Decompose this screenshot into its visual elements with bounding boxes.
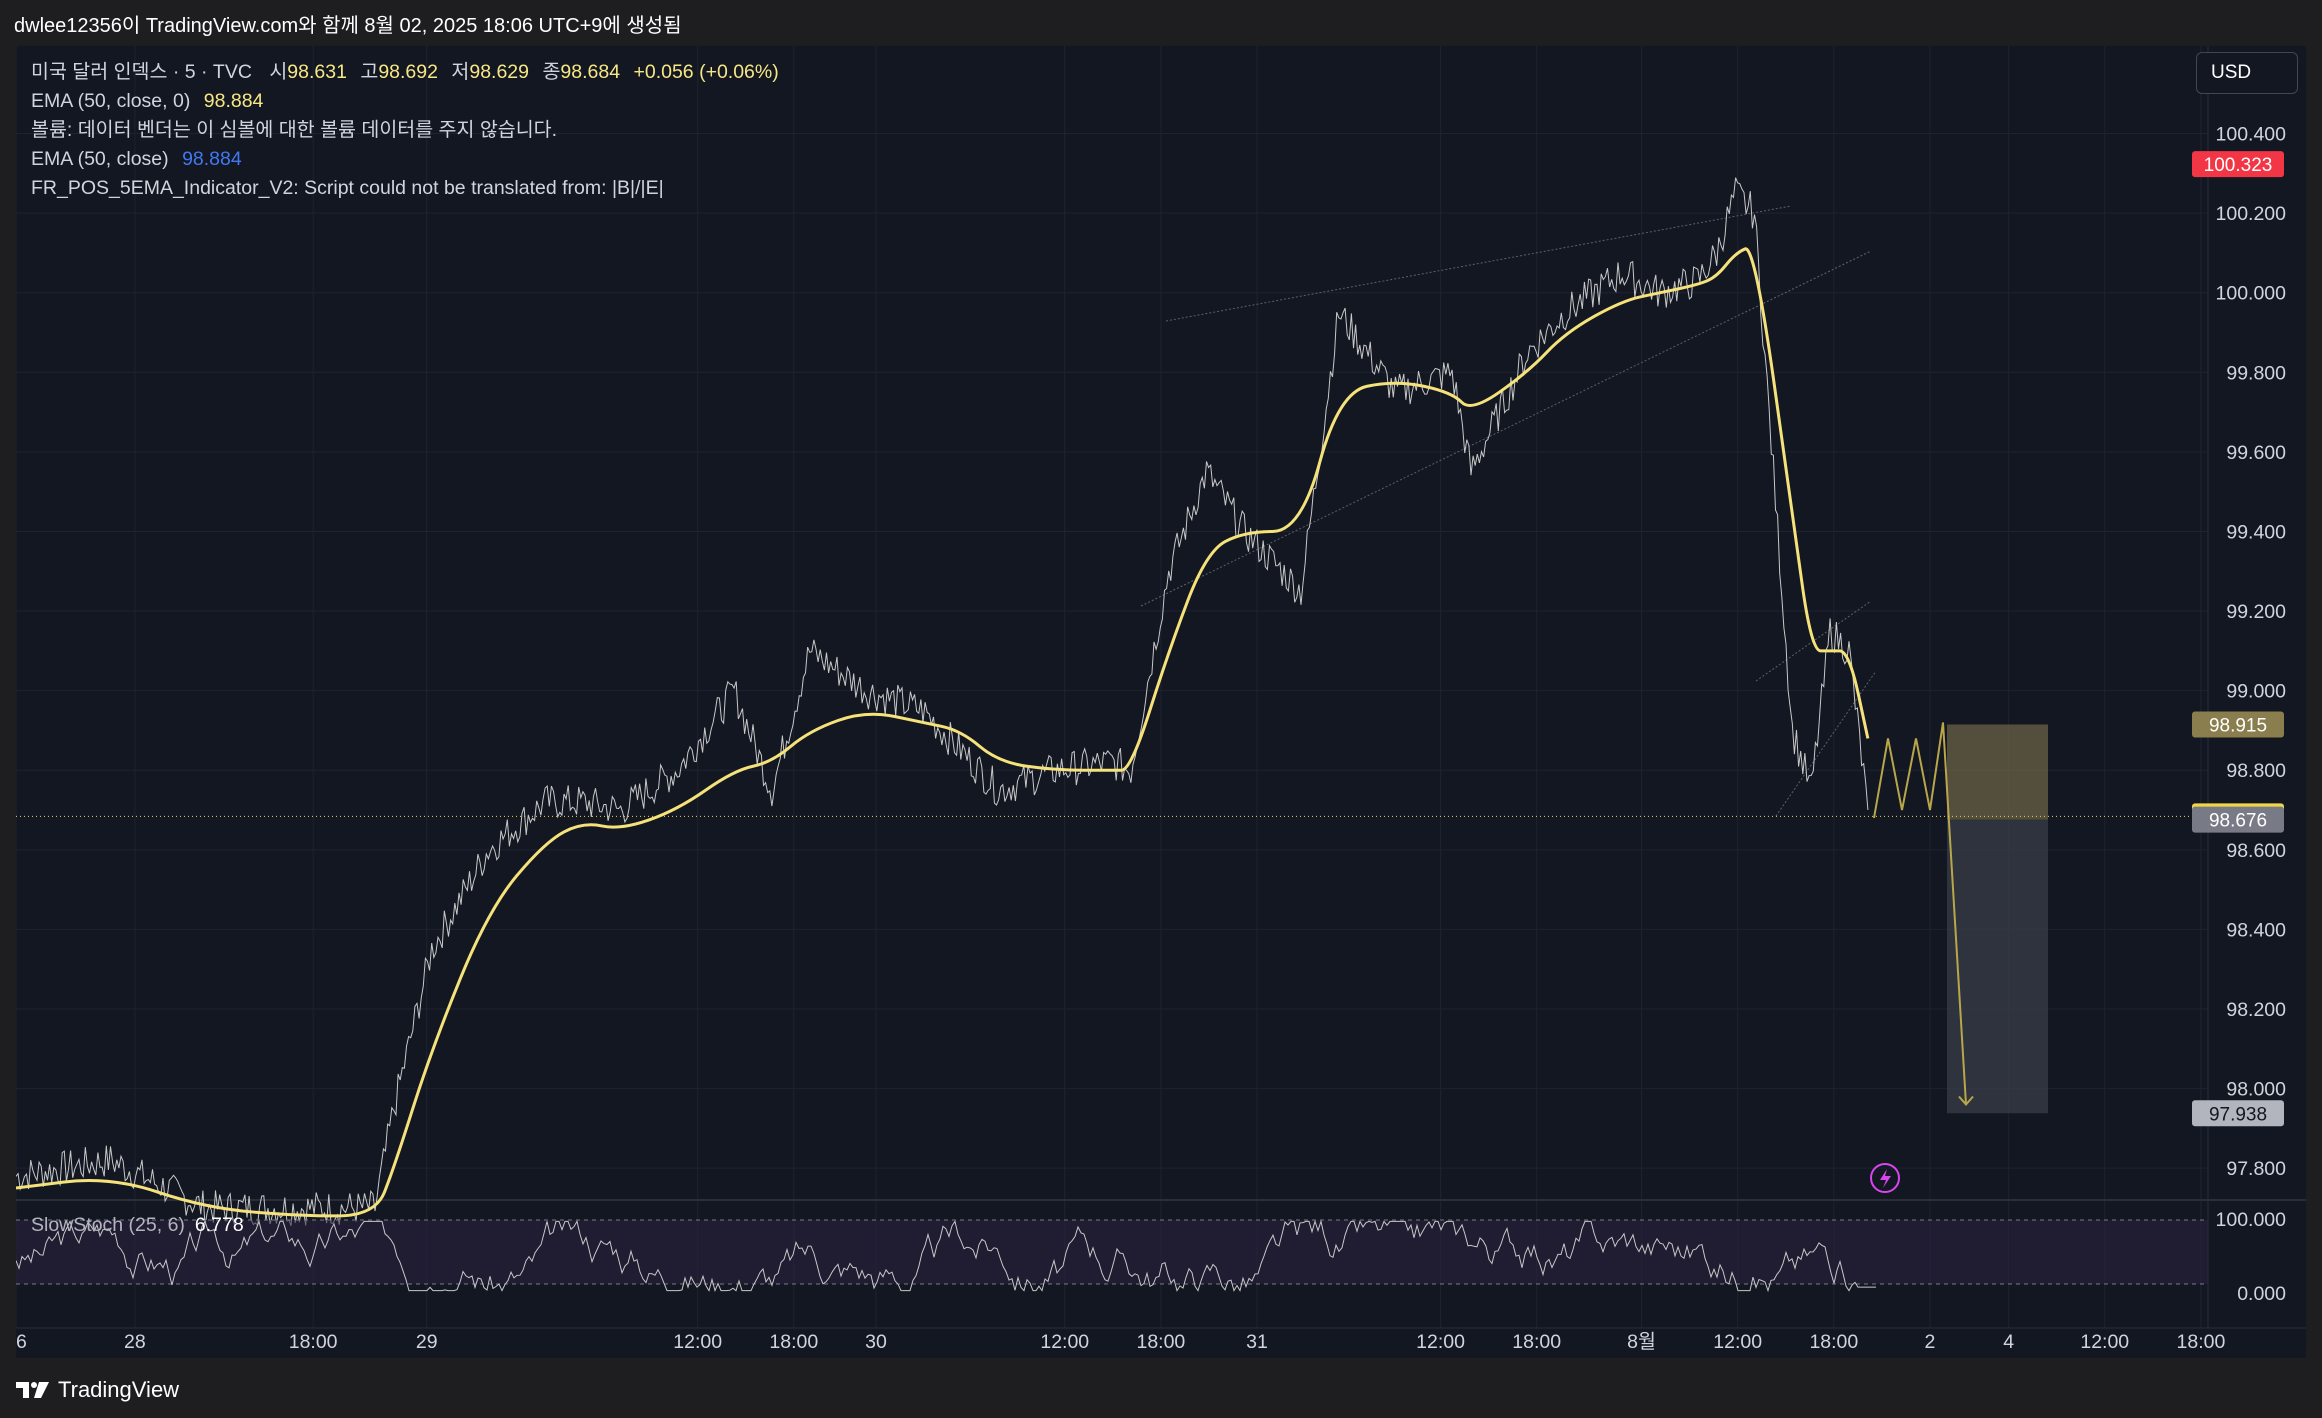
low-value: 98.629	[469, 61, 530, 83]
y-tick-label: 100.000	[2216, 283, 2287, 305]
y-tick-label: 98.800	[2226, 760, 2286, 782]
y-tick-label: 99.800	[2226, 362, 2286, 384]
y-tick-label: 98.000	[2226, 1079, 2286, 1101]
snapshot-header: dwlee12356이 TradingView.com와 함께 8월 02, 2…	[0, 0, 2322, 46]
x-tick-label: 2	[1925, 1331, 1936, 1353]
x-tick-label: 18:00	[1512, 1331, 1561, 1353]
ema2-value: 98.884	[182, 148, 242, 170]
x-tick-label: 26	[16, 1331, 27, 1353]
x-tick-label: 8월	[1627, 1331, 1656, 1353]
legend-indicator-row[interactable]: FR_POS_5EMA_Indicator_V2: Script could n…	[31, 174, 779, 203]
snapshot-text: dwlee12356이 TradingView.com와 함께 8월 02, 2…	[14, 14, 682, 37]
ema1-label: EMA (50, close, 0)	[31, 90, 191, 112]
high-value: 98.692	[378, 61, 438, 83]
x-tick-label: 18:00	[769, 1331, 818, 1353]
take-profit-zone	[1947, 819, 2048, 1114]
y-tick-label: 97.800	[2226, 1158, 2286, 1180]
tradingview-logo-icon	[16, 1382, 49, 1398]
x-tick-label: 29	[416, 1331, 438, 1353]
close-label: 종	[542, 61, 561, 83]
open-value: 98.631	[287, 61, 347, 83]
x-tick-label: 18:00	[2177, 1331, 2226, 1353]
y-tick-label: 99.600	[2226, 442, 2286, 464]
x-tick-label: 4	[2003, 1331, 2014, 1353]
y-tick-label: 99.000	[2226, 681, 2286, 703]
x-tick-label: 18:00	[1809, 1331, 1858, 1353]
x-tick-label: 30	[865, 1331, 887, 1353]
x-tick-label: 12:00	[2080, 1331, 2129, 1353]
price-tag-label: 100.323	[2204, 155, 2273, 176]
price-tag-label: 98.915	[2209, 715, 2267, 736]
legend-ema1-row[interactable]: EMA (50, close, 0) 98.884	[31, 87, 779, 116]
x-tick-label: 12:00	[1713, 1331, 1762, 1353]
ema2-label: EMA (50, close)	[31, 148, 169, 170]
legend-volume-row: 볼륨: 데이터 벤더는 이 심볼에 대한 볼륨 데이터를 주지 않습니다.	[31, 116, 779, 145]
y-tick-label: 98.600	[2226, 840, 2286, 862]
x-tick-label: 18:00	[1136, 1331, 1185, 1353]
symbol-name[interactable]: 미국 달러 인덱스 · 5 · TVC	[31, 61, 252, 83]
y-tick-label: 98.200	[2226, 999, 2286, 1021]
price-tag: 100.323	[2192, 151, 2284, 178]
y-tick-label: 99.400	[2226, 521, 2286, 543]
y-tick-label: 99.200	[2226, 601, 2286, 623]
stoch-tick-label: 0.000	[2237, 1283, 2286, 1305]
x-tick-label: 12:00	[1416, 1331, 1465, 1353]
low-label: 저	[451, 61, 470, 83]
price-tag-label: 97.938	[2209, 1104, 2267, 1125]
stoch-tick-label: 100.000	[2216, 1209, 2287, 1231]
x-tick-label: 31	[1246, 1331, 1268, 1353]
y-tick-label: 98.400	[2226, 919, 2286, 941]
close-value: 98.684	[560, 61, 621, 83]
currency-button[interactable]: USD	[2196, 52, 2298, 94]
price-chart[interactable]: 100.400 100.200 100.000 99.800 99.600 99.400 9…	[16, 46, 2306, 1358]
chart-legend: 미국 달러 인덱스 · 5 · TVC 시98.631 고98.692 저98.…	[31, 58, 779, 203]
high-label: 고	[360, 61, 379, 83]
stoch-band	[16, 1220, 2208, 1284]
price-tag: 98.915	[2192, 711, 2284, 738]
stop-loss-zone	[1947, 724, 2048, 820]
x-tick-label: 12:00	[673, 1331, 722, 1353]
y-tick-label: 100.200	[2216, 203, 2287, 225]
x-tick-label: 12:00	[1040, 1331, 1089, 1353]
x-tick-label: 28	[124, 1331, 146, 1353]
x-tick-label: 18:00	[289, 1331, 338, 1353]
footer: TradingView	[16, 1372, 179, 1408]
stoch-legend: SlowStoch (25, 6) 6.778	[31, 1214, 244, 1237]
brand-label[interactable]: TradingView	[58, 1377, 179, 1403]
stoch-value: 6.778	[194, 1214, 244, 1236]
volume-note: 볼륨: 데이터 벤더는 이 심볼에 대한 볼륨 데이터를 주지 않습니다.	[31, 119, 558, 141]
ema1-value: 98.884	[203, 90, 264, 112]
change-value: +0.056 (+0.06%)	[633, 61, 779, 83]
price-tag-label: 98.676	[2209, 811, 2267, 832]
price-tag: 97.938	[2192, 1100, 2284, 1127]
legend-symbol-row: 미국 달러 인덱스 · 5 · TVC 시98.631 고98.692 저98.…	[31, 58, 779, 87]
price-tag: 98.676	[2192, 806, 2284, 833]
y-tick-label: 100.400	[2216, 124, 2287, 146]
open-label: 시	[269, 61, 288, 83]
currency-label: USD	[2211, 62, 2252, 83]
legend-ema2-row[interactable]: EMA (50, close) 98.884	[31, 145, 779, 174]
indicator-note: FR_POS_5EMA_Indicator_V2: Script could n…	[31, 177, 664, 199]
stoch-label[interactable]: SlowStoch (25, 6)	[31, 1214, 185, 1236]
